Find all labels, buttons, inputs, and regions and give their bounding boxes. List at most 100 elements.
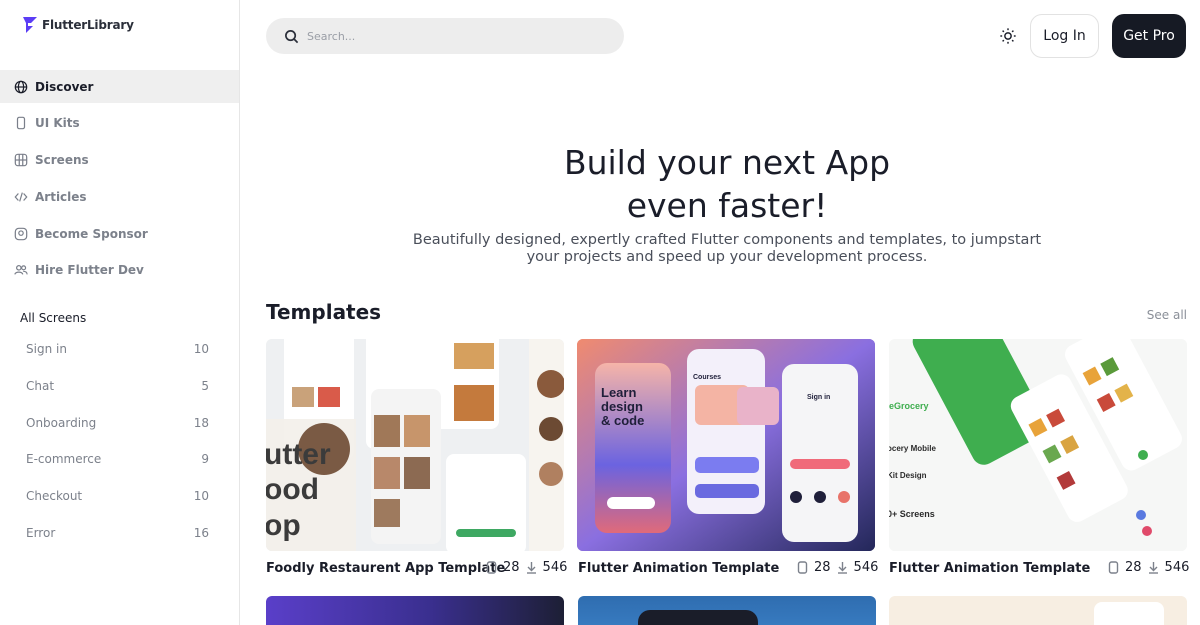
nav-item-ui-kits[interactable]: UI Kits — [0, 107, 239, 140]
nav-label: Hire Flutter Dev — [35, 263, 144, 278]
category-label: Checkout — [26, 489, 83, 504]
sun-icon — [1000, 28, 1016, 44]
nav-item-discover[interactable]: Discover — [0, 70, 239, 103]
sponsor-icon — [13, 226, 28, 241]
category-count: 16 — [193, 525, 209, 540]
download-icon — [837, 562, 847, 574]
category-count: 9 — [201, 452, 209, 467]
users-icon — [13, 263, 28, 278]
phone-icon — [13, 116, 28, 131]
template-name: Foodly Restaurent App Template — [266, 560, 506, 576]
template-card-foodly-stats: 28 546 — [486, 560, 567, 575]
nav-label: Articles — [35, 189, 87, 204]
preview-text: Learn — [601, 385, 636, 400]
preview-text: ood — [266, 473, 319, 506]
templates-heading: Templates — [266, 300, 382, 324]
template-name: Flutter Animation Template — [578, 560, 780, 576]
category-count: 5 — [201, 379, 209, 394]
screen-category-sign-in[interactable]: Sign in 10 — [0, 331, 239, 368]
category-count: 18 — [193, 415, 209, 430]
nav-item-articles[interactable]: Articles — [0, 180, 239, 213]
nav-label: Become Sponsor — [35, 226, 148, 241]
preview-text: eGrocery — [889, 401, 929, 411]
all-screens-heading: All Screens — [20, 311, 87, 325]
hero-subtitle: Beautifully designed, expertly crafted F… — [400, 232, 1054, 266]
phone-preview — [638, 610, 758, 625]
template-preview-image: eGrocery ocery Mobile Kit Design 0+ Scre… — [889, 339, 1187, 551]
screens-count: 28 — [1125, 560, 1142, 575]
screens-list: Sign in 10 Chat 5 Onboarding 18 E-commer… — [0, 331, 239, 551]
see-all-link[interactable]: See all — [1147, 308, 1187, 322]
screen-category-e-commerce[interactable]: E-commerce 9 — [0, 441, 239, 478]
hero-subtitle-line2: your projects and speed up your developm… — [526, 249, 928, 265]
hero-title: Build your next App even faster! — [266, 141, 1188, 227]
preview-text: utter — [266, 438, 331, 471]
screens-count: 28 — [503, 560, 520, 575]
preview-text: design — [601, 399, 643, 414]
nav-label: Discover — [35, 79, 94, 94]
template-card-foodly-title: Foodly Restaurent App Template — [266, 559, 505, 577]
hero-title-line2: even faster! — [626, 186, 828, 225]
screen-category-checkout[interactable]: Checkout 10 — [0, 478, 239, 515]
get-pro-button[interactable]: Get Pro — [1112, 14, 1186, 58]
phone-icon — [797, 561, 808, 574]
phone-icon — [1108, 561, 1119, 574]
template-card-foodly[interactable]: utter ood op — [266, 339, 564, 551]
preview-text: op — [266, 509, 301, 542]
code-icon — [13, 189, 28, 204]
downloads-count: 546 — [853, 560, 879, 575]
template-card-animation-2-title: Flutter Animation Template — [889, 559, 1090, 577]
nav-item-hire-flutter-dev[interactable]: Hire Flutter Dev — [0, 254, 239, 287]
category-count: 10 — [193, 489, 209, 504]
screen-category-chat[interactable]: Chat 5 — [0, 368, 239, 405]
brand-logo[interactable]: FlutterLibrary — [22, 16, 134, 34]
category-label: Sign in — [26, 342, 67, 357]
hero-subtitle-line1: Beautifully designed, expertly crafted F… — [412, 232, 1042, 248]
preview-text: Courses — [693, 374, 721, 381]
screens-count: 28 — [814, 560, 831, 575]
template-name: Flutter Animation Template — [889, 560, 1091, 576]
category-label: Onboarding — [26, 415, 97, 430]
flutter-logo-icon — [23, 17, 37, 33]
preview-text: & code — [601, 413, 644, 428]
template-card-animation-1-title: Flutter Animation Template — [578, 559, 779, 577]
login-button[interactable]: Log In — [1030, 14, 1099, 58]
template-card-animation-2[interactable]: eGrocery ocery Mobile Kit Design 0+ Scre… — [889, 339, 1187, 551]
nav-item-screens[interactable]: Screens — [0, 144, 239, 177]
phone-icon — [486, 561, 497, 574]
template-preview-image: Learn design & code Courses Sign in — [577, 339, 875, 551]
screen-category-error[interactable]: Error 16 — [0, 514, 239, 551]
template-card-partial[interactable] — [266, 596, 564, 625]
template-card-animation-1-stats: 28 546 — [797, 560, 878, 575]
nav-label: UI Kits — [35, 116, 80, 131]
preview-text: ocery Mobile — [889, 444, 936, 453]
globe-icon — [13, 79, 28, 94]
phone-preview — [1094, 602, 1164, 625]
downloads-count: 546 — [1164, 560, 1190, 575]
search-icon — [285, 29, 299, 43]
template-card-animation-2-stats: 28 546 — [1108, 560, 1189, 575]
template-preview-image: utter ood op — [266, 339, 564, 551]
category-label: E-commerce — [26, 452, 102, 467]
category-label: Error — [26, 525, 56, 540]
download-icon — [526, 562, 536, 574]
nav-item-become-sponsor[interactable]: Become Sponsor — [0, 217, 239, 250]
theme-toggle-button[interactable] — [996, 24, 1020, 48]
nav-label: Screens — [35, 153, 89, 168]
screen-category-onboarding[interactable]: Onboarding 18 — [0, 404, 239, 441]
preview-text: Kit Design — [889, 471, 927, 480]
category-label: Chat — [26, 379, 55, 394]
screens-icon — [13, 153, 28, 168]
download-icon — [1148, 562, 1158, 574]
search-bar[interactable] — [266, 18, 624, 54]
template-card-partial[interactable] — [578, 596, 876, 625]
sidebar: FlutterLibrary Discover UI Kits Screens … — [0, 0, 240, 625]
preview-text: Sign in — [807, 394, 830, 401]
hero-title-line1: Build your next App — [563, 143, 891, 182]
search-input[interactable] — [307, 29, 587, 43]
downloads-count: 546 — [542, 560, 568, 575]
main-nav: Discover UI Kits Screens Articles Become… — [0, 70, 239, 291]
template-card-partial[interactable] — [889, 596, 1187, 625]
preview-text: 0+ Screens — [889, 509, 935, 519]
template-card-animation-1[interactable]: Learn design & code Courses Sign in — [577, 339, 875, 551]
